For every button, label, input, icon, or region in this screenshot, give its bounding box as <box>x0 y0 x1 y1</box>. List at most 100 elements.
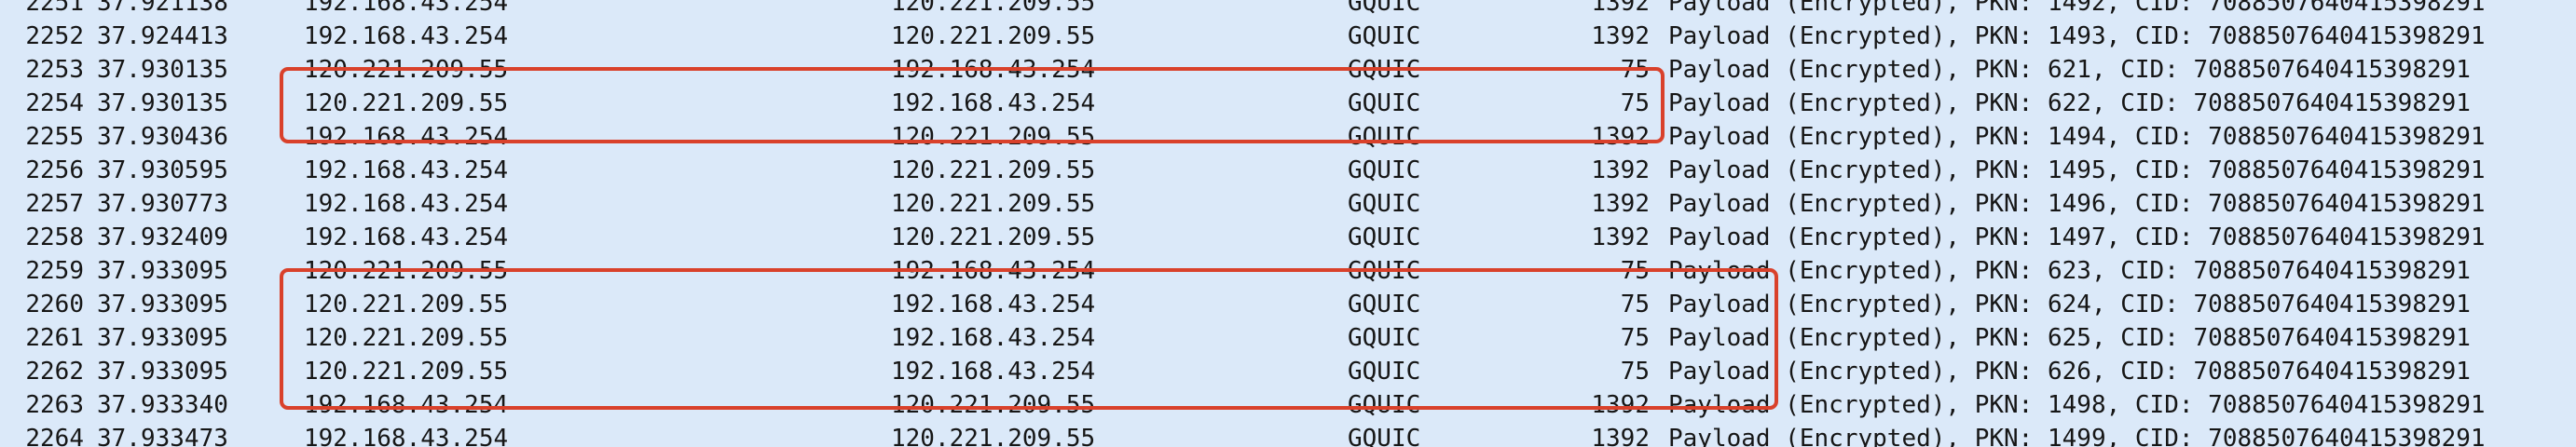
packet-time: 37.921138 <box>97 0 228 17</box>
packet-list[interactable]: 2251 37.921138 192.168.43.254 120.221.209.5… <box>0 0 2576 447</box>
packet-source: 192.168.43.254 <box>304 0 509 17</box>
packet-info: Payload (Encrypted), PKN: 621, CID: 7088… <box>1668 56 2471 84</box>
packet-protocol: GQUIC <box>1348 89 1421 117</box>
packet-number: 2260 <box>25 291 84 318</box>
packet-number: 2254 <box>25 89 84 117</box>
packet-time: 37.933095 <box>97 358 228 386</box>
packet-time: 37.933095 <box>97 257 228 285</box>
packet-destination: 120.221.209.55 <box>891 425 1096 447</box>
packet-row[interactable]: 2252 37.924413 192.168.43.254 120.221.209.5… <box>0 20 2576 53</box>
packet-protocol: GQUIC <box>1348 391 1421 419</box>
packet-time: 37.933095 <box>97 291 228 318</box>
packet-row[interactable]: 2264 37.933473 192.168.43.254 120.221.209.5… <box>0 422 2576 447</box>
packet-time: 37.932409 <box>97 224 228 251</box>
packet-source: 192.168.43.254 <box>304 123 509 151</box>
packet-source: 120.221.209.55 <box>304 358 509 386</box>
packet-protocol: GQUIC <box>1348 358 1421 386</box>
packet-info: Payload (Encrypted), PKN: 1493, CID: 708… <box>1668 22 2486 50</box>
packet-time: 37.930436 <box>97 123 228 151</box>
packet-protocol: GQUIC <box>1348 0 1421 17</box>
packet-time: 37.930773 <box>97 190 228 218</box>
packet-info: Payload (Encrypted), PKN: 622, CID: 7088… <box>1668 89 2471 117</box>
packet-destination: 120.221.209.55 <box>891 190 1096 218</box>
packet-destination: 120.221.209.55 <box>891 123 1096 151</box>
packet-length: 75 <box>1620 291 1650 318</box>
packet-time: 37.930135 <box>97 89 228 117</box>
packet-length: 1392 <box>1591 22 1650 50</box>
packet-info: Payload (Encrypted), PKN: 626, CID: 7088… <box>1668 358 2471 386</box>
packet-protocol: GQUIC <box>1348 324 1421 352</box>
packet-info: Payload (Encrypted), PKN: 1498, CID: 708… <box>1668 391 2486 419</box>
packet-protocol: GQUIC <box>1348 22 1421 50</box>
packet-time: 37.930595 <box>97 156 228 184</box>
packet-info: Payload (Encrypted), PKN: 625, CID: 7088… <box>1668 324 2471 352</box>
packet-source: 192.168.43.254 <box>304 224 509 251</box>
packet-row[interactable]: 2260 37.933095 120.221.209.55 192.168.43.25… <box>0 288 2576 321</box>
packet-protocol: GQUIC <box>1348 257 1421 285</box>
packet-protocol: GQUIC <box>1348 190 1421 218</box>
packet-length: 1392 <box>1591 190 1650 218</box>
packet-number: 2255 <box>25 123 84 151</box>
packet-number: 2258 <box>25 224 84 251</box>
packet-row[interactable]: 2257 37.930773 192.168.43.254 120.221.209.5… <box>0 187 2576 221</box>
packet-time: 37.930135 <box>97 56 228 84</box>
packet-info: Payload (Encrypted), PKN: 1492, CID: 708… <box>1668 0 2486 17</box>
packet-info: Payload (Encrypted), PKN: 624, CID: 7088… <box>1668 291 2471 318</box>
packet-row[interactable]: 2259 37.933095 120.221.209.55 192.168.43.25… <box>0 254 2576 288</box>
packet-length: 75 <box>1620 324 1650 352</box>
packet-destination: 192.168.43.254 <box>891 358 1096 386</box>
packet-info: Payload (Encrypted), PKN: 1496, CID: 708… <box>1668 190 2486 218</box>
packet-row[interactable]: 2261 37.933095 120.221.209.55 192.168.43.25… <box>0 321 2576 355</box>
packet-row[interactable]: 2255 37.930436 192.168.43.254 120.221.209.5… <box>0 120 2576 154</box>
packet-time: 37.924413 <box>97 22 228 50</box>
packet-source: 120.221.209.55 <box>304 291 509 318</box>
packet-length: 75 <box>1620 257 1650 285</box>
packet-source: 120.221.209.55 <box>304 89 509 117</box>
packet-number: 2256 <box>25 156 84 184</box>
packet-source: 120.221.209.55 <box>304 257 509 285</box>
packet-source: 192.168.43.254 <box>304 22 509 50</box>
packet-source: 120.221.209.55 <box>304 56 509 84</box>
packet-row[interactable]: 2256 37.930595 192.168.43.254 120.221.209.5… <box>0 154 2576 187</box>
packet-length: 1392 <box>1591 0 1650 17</box>
packet-number: 2257 <box>25 190 84 218</box>
packet-protocol: GQUIC <box>1348 123 1421 151</box>
packet-time: 37.933340 <box>97 391 228 419</box>
packet-destination: 120.221.209.55 <box>891 22 1096 50</box>
packet-number: 2253 <box>25 56 84 84</box>
packet-destination: 192.168.43.254 <box>891 291 1096 318</box>
packet-row[interactable]: 2253 37.930135 120.221.209.55 192.168.43.25… <box>0 53 2576 87</box>
packet-destination: 120.221.209.55 <box>891 224 1096 251</box>
packet-length: 1392 <box>1591 156 1650 184</box>
packet-number: 2263 <box>25 391 84 419</box>
packet-length: 1392 <box>1591 425 1650 447</box>
packet-source: 192.168.43.254 <box>304 391 509 419</box>
packet-protocol: GQUIC <box>1348 224 1421 251</box>
packet-length: 1392 <box>1591 391 1650 419</box>
packet-length: 75 <box>1620 358 1650 386</box>
packet-row[interactable]: 2251 37.921138 192.168.43.254 120.221.209.5… <box>0 0 2576 20</box>
packet-row[interactable]: 2258 37.932409 192.168.43.254 120.221.209.5… <box>0 221 2576 254</box>
packet-length: 75 <box>1620 89 1650 117</box>
packet-number: 2262 <box>25 358 84 386</box>
packet-destination: 192.168.43.254 <box>891 324 1096 352</box>
packet-destination: 192.168.43.254 <box>891 257 1096 285</box>
packet-destination: 120.221.209.55 <box>891 0 1096 17</box>
packet-time: 37.933473 <box>97 425 228 447</box>
packet-info: Payload (Encrypted), PKN: 1495, CID: 708… <box>1668 156 2486 184</box>
packet-destination: 192.168.43.254 <box>891 56 1096 84</box>
packet-row[interactable]: 2263 37.933340 192.168.43.254 120.221.209.5… <box>0 388 2576 422</box>
packet-destination: 192.168.43.254 <box>891 89 1096 117</box>
packet-number: 2252 <box>25 22 84 50</box>
packet-number: 2251 <box>25 0 84 17</box>
packet-source: 192.168.43.254 <box>304 425 509 447</box>
packet-source: 192.168.43.254 <box>304 190 509 218</box>
packet-protocol: GQUIC <box>1348 156 1421 184</box>
packet-protocol: GQUIC <box>1348 56 1421 84</box>
packet-info: Payload (Encrypted), PKN: 1497, CID: 708… <box>1668 224 2486 251</box>
packet-row[interactable]: 2254 37.930135 120.221.209.55 192.168.43.25… <box>0 87 2576 120</box>
packet-protocol: GQUIC <box>1348 291 1421 318</box>
packet-length: 1392 <box>1591 123 1650 151</box>
packet-row[interactable]: 2262 37.933095 120.221.209.55 192.168.43.25… <box>0 355 2576 388</box>
packet-info: Payload (Encrypted), PKN: 1499, CID: 708… <box>1668 425 2486 447</box>
